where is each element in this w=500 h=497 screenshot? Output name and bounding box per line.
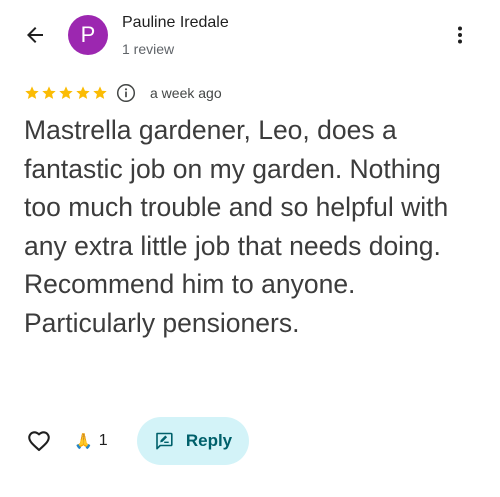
info-icon xyxy=(116,83,136,103)
star-rating xyxy=(24,85,108,101)
star-icon xyxy=(76,86,90,99)
reply-button[interactable]: Reply xyxy=(137,417,249,465)
reaction-summary[interactable]: 🙏 1 xyxy=(74,430,108,452)
heart-outline-icon xyxy=(28,431,50,452)
author-name[interactable]: Pauline Iredale xyxy=(122,14,229,32)
author-review-count: 1 review xyxy=(122,41,175,57)
arrow-back-icon xyxy=(27,27,43,43)
star-icon xyxy=(42,86,56,99)
rating-row: a week ago xyxy=(24,80,222,106)
star-icon xyxy=(59,86,73,99)
star-icon xyxy=(93,86,107,99)
reply-label: Reply xyxy=(185,431,233,450)
star-icon xyxy=(25,86,39,99)
reply-comment-icon xyxy=(156,432,173,450)
review-header: P Pauline Iredale 1 review xyxy=(0,0,500,74)
info-button[interactable] xyxy=(116,83,136,103)
more-options-button[interactable] xyxy=(445,20,475,50)
more-vert-icon xyxy=(458,26,462,44)
reaction-count: 1 xyxy=(98,432,108,449)
avatar[interactable]: P xyxy=(68,15,108,55)
folded-hands-emoji-icon: 🙏 xyxy=(74,432,93,450)
avatar-letter: P xyxy=(80,22,96,47)
back-button[interactable] xyxy=(20,20,50,50)
review-text: Mastrella gardener, Leo, does a fantasti… xyxy=(24,115,449,338)
like-button[interactable] xyxy=(26,428,52,454)
review-timestamp: a week ago xyxy=(150,85,222,101)
